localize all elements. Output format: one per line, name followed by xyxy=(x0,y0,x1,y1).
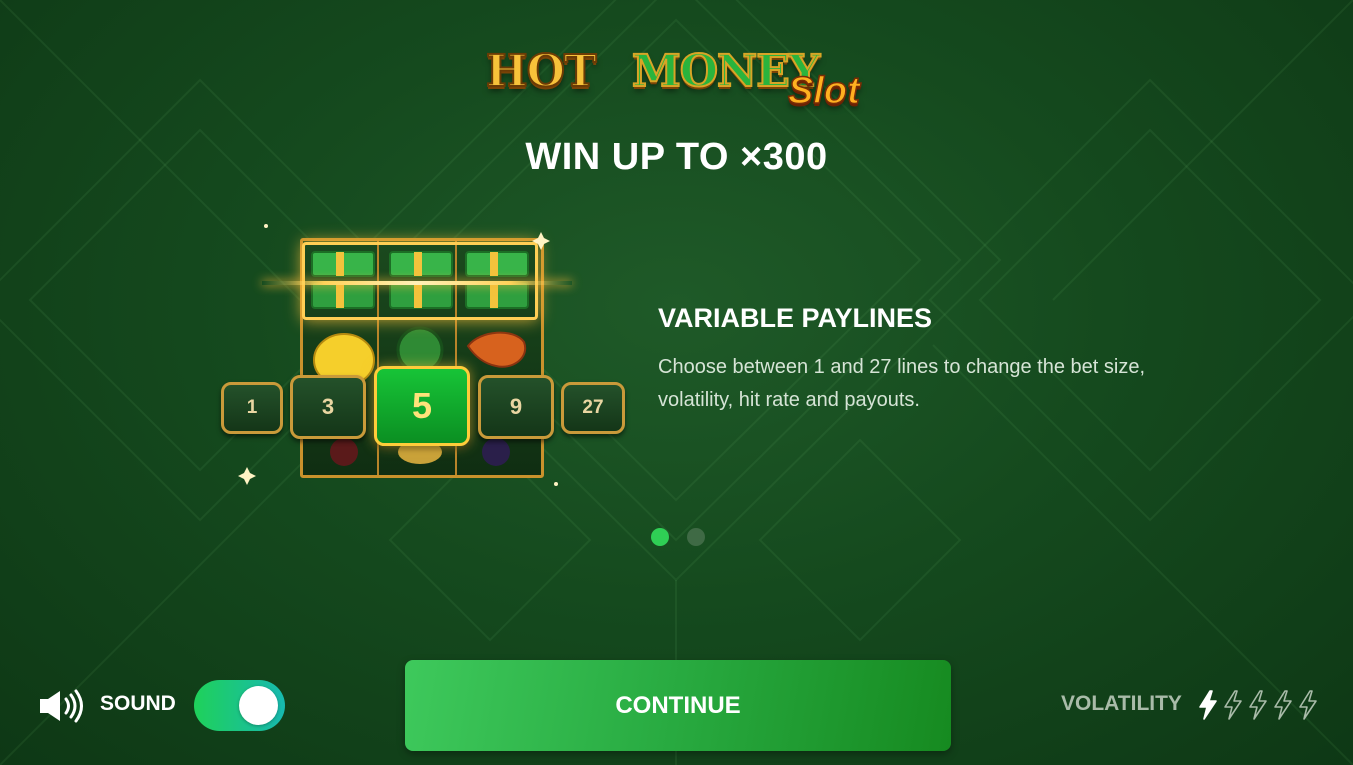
page-dot-active[interactable] xyxy=(651,528,669,546)
speaker-on-icon[interactable] xyxy=(38,688,88,724)
feature-description: Choose between 1 and 27 lines to change … xyxy=(658,356,1146,411)
lightning-icon xyxy=(1224,690,1242,720)
feature-title: VARIABLE PAYLINES xyxy=(658,303,933,333)
volatility-label: VOLATILITY xyxy=(1061,692,1182,715)
lightning-icon xyxy=(1299,690,1317,720)
lightning-icon xyxy=(1249,690,1267,720)
payline-button-1[interactable]: 1 xyxy=(221,382,283,434)
lightning-icon xyxy=(1274,690,1292,720)
toggle-knob[interactable] xyxy=(239,686,278,725)
payline-button-27[interactable]: 27 xyxy=(561,382,625,434)
payline-button-5[interactable]: 5 xyxy=(374,366,470,446)
page-dot[interactable] xyxy=(687,528,705,546)
continue-button[interactable]: CONTINUE xyxy=(405,660,951,751)
sound-toggle[interactable] xyxy=(194,680,285,731)
volatility-meter xyxy=(1199,690,1317,720)
pagination-dots xyxy=(649,528,709,548)
payline-button-9[interactable]: 9 xyxy=(478,375,554,439)
sound-label: SOUND xyxy=(100,692,176,715)
lightning-icon-filled xyxy=(1199,690,1217,720)
payline-button-3[interactable]: 3 xyxy=(290,375,366,439)
